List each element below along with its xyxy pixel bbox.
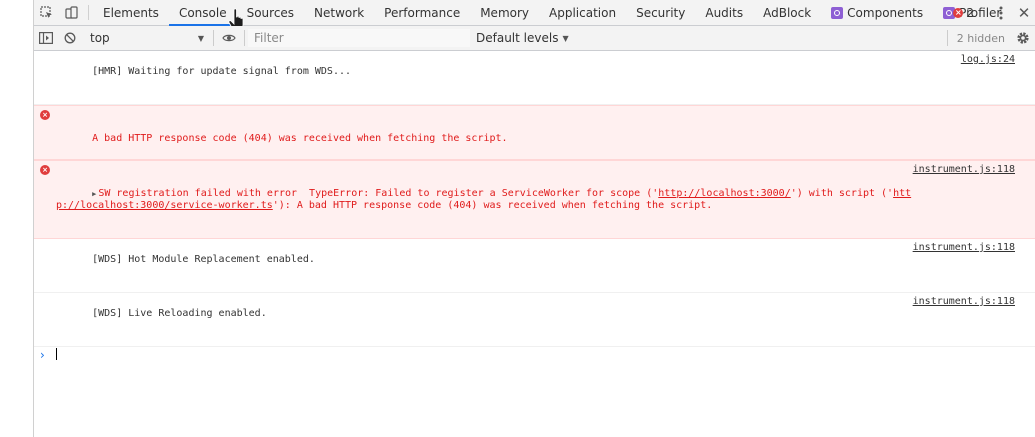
chevron-down-icon: ▼ — [197, 33, 204, 43]
tab-application[interactable]: Application — [539, 0, 626, 25]
tab-network[interactable]: Network — [304, 0, 374, 25]
page-left-gutter — [0, 0, 34, 437]
devtools-panel: Elements Console Sources Network Perform… — [34, 0, 1035, 437]
message-text: [WDS] Live Reloading enabled. — [92, 308, 267, 319]
tab-label: Sources — [246, 5, 295, 20]
console-message: [WDS] Live Reloading enabled. instrument… — [34, 293, 1035, 347]
live-expression-eye-icon[interactable] — [217, 26, 241, 50]
message-source-link[interactable]: instrument.js:118 — [913, 296, 1015, 308]
message-source-link[interactable]: log.js:24 — [961, 54, 1015, 66]
error-icon: × — [953, 7, 964, 18]
tabbar-separator — [88, 5, 89, 20]
message-text: [WDS] Hot Module Replacement enabled. — [92, 254, 315, 265]
console-settings-gear-icon[interactable] — [1011, 26, 1035, 50]
tab-label: Application — [549, 5, 617, 20]
scope-url-link[interactable]: http://localhost:3000/ — [658, 188, 790, 199]
tab-console[interactable]: Console — [168, 0, 237, 26]
tab-label: Components — [847, 5, 924, 20]
tab-label: Memory — [480, 5, 530, 20]
show-sidebar-icon[interactable] — [34, 26, 58, 50]
console-error-message: × ▶ SW registration failed with error Typ… — [34, 160, 1035, 239]
context-value: top — [90, 31, 110, 45]
console-toolbar-right: 2 hidden — [944, 26, 1035, 50]
expand-triangle-icon[interactable]: ▶ — [92, 190, 96, 198]
tab-label: AdBlock — [763, 5, 812, 20]
log-levels-label: Default levels — [476, 31, 559, 45]
tab-label: Security — [636, 5, 686, 20]
tabbar-right-controls: × 2 ✕ — [947, 0, 1035, 25]
close-icon[interactable]: ✕ — [1013, 4, 1035, 22]
prompt-chevron-icon: › — [40, 348, 45, 362]
context-selector[interactable]: top ▼ — [82, 28, 210, 48]
chevron-down-icon: ▼ — [562, 33, 569, 43]
hidden-messages-count: 2 hidden — [956, 31, 1005, 45]
message-source-link[interactable]: instrument.js:118 — [913, 242, 1015, 254]
log-levels-dropdown[interactable]: Default levels ▼ — [476, 31, 569, 45]
device-toolbar-icon[interactable] — [59, 0, 84, 25]
message-text: A bad HTTP response code (404) was recei… — [92, 133, 508, 144]
error-count-badge[interactable]: × 2 — [947, 6, 980, 20]
console-messages: [HMR] Waiting for update signal from WDS… — [34, 51, 1035, 363]
toolbar-separator — [946, 30, 948, 46]
message-text: ') with script (' — [790, 188, 894, 199]
tab-label: Network — [314, 5, 365, 20]
inspect-element-icon[interactable] — [34, 0, 59, 25]
error-icon: × — [40, 110, 50, 120]
devtools-tabbar: Elements Console Sources Network Perform… — [34, 0, 1035, 31]
error-icon: × — [40, 165, 50, 175]
more-options-icon[interactable] — [989, 6, 1013, 20]
react-icon — [831, 6, 844, 19]
console-message: [WDS] Hot Module Replacement enabled. in… — [34, 239, 1035, 293]
tab-label: Performance — [384, 5, 461, 20]
message-text: [HMR] Waiting for update signal from WDS… — [92, 66, 352, 77]
console-message: [HMR] Waiting for update signal from WDS… — [34, 51, 1035, 105]
text-caret — [56, 348, 57, 360]
tab-performance[interactable]: Performance — [374, 0, 470, 25]
console-error-message: × A bad HTTP response code (404) was rec… — [34, 105, 1035, 160]
filter-input[interactable] — [248, 29, 470, 47]
tab-elements[interactable]: Elements — [93, 0, 169, 25]
tab-components[interactable]: Components — [821, 0, 933, 25]
tab-label: Audits — [705, 5, 744, 20]
message-text: SW registration failed with error TypeEr… — [98, 188, 659, 199]
clear-console-icon[interactable] — [58, 26, 82, 50]
tab-label: Elements — [103, 5, 159, 20]
tab-label: Console — [178, 5, 227, 20]
toolbar-separator — [244, 30, 245, 46]
tab-memory[interactable]: Memory — [470, 0, 539, 25]
error-count: 2 — [966, 5, 974, 20]
message-source-link[interactable]: instrument.js:118 — [913, 164, 1015, 176]
tab-adblock[interactable]: AdBlock — [753, 0, 821, 25]
console-toolbar: top ▼ Default levels ▼ 2 hidden — [34, 26, 1035, 51]
toolbar-separator — [213, 30, 214, 46]
console-prompt[interactable]: › — [34, 347, 1035, 363]
message-text: '): A bad HTTP response code (404) was r… — [272, 200, 713, 211]
tab-security[interactable]: Security — [626, 0, 695, 25]
tab-audits[interactable]: Audits — [695, 0, 753, 25]
